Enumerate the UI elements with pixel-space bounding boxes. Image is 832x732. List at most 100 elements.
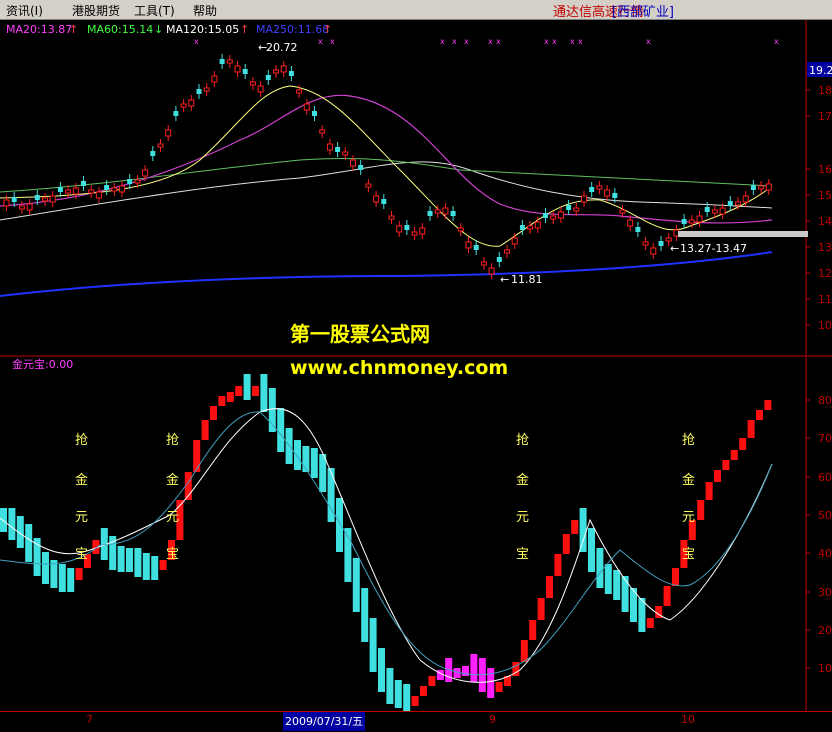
candle-body xyxy=(119,185,125,193)
candle-body xyxy=(427,211,433,216)
indicator-bar xyxy=(756,410,763,420)
candle-body xyxy=(665,237,672,242)
time-tick: 9 xyxy=(489,713,496,726)
ma250-line xyxy=(0,251,773,297)
signal-char: 抢 xyxy=(75,432,88,448)
candle-body xyxy=(18,205,25,210)
candle-body xyxy=(681,219,687,224)
candle-body xyxy=(604,189,611,197)
signal-char: 金 xyxy=(682,472,695,488)
indicator-bar xyxy=(562,534,570,554)
candle-body xyxy=(704,207,710,212)
indicator-bar xyxy=(722,460,730,470)
candle-body xyxy=(265,75,271,80)
indicator-bar xyxy=(428,676,436,686)
indicator-bar xyxy=(8,508,16,540)
signal-char: 宝 xyxy=(516,547,529,562)
candle-body xyxy=(211,75,218,83)
candle-body xyxy=(3,199,10,207)
candle-body xyxy=(72,187,79,195)
candle-body xyxy=(711,209,718,214)
indicator-bar xyxy=(646,618,654,628)
ind-y-tick: 20 xyxy=(818,624,832,637)
y-tick: 12 xyxy=(818,267,832,280)
indicator-bar xyxy=(604,564,612,594)
candle-body xyxy=(534,221,541,229)
indicator-bar xyxy=(546,576,553,598)
candle-body xyxy=(319,129,326,134)
signal-char: 金 xyxy=(75,472,88,488)
indicator-bar xyxy=(226,392,234,402)
ind-y-tick: 50 xyxy=(818,509,832,522)
menu-hk-futures[interactable]: 港股期货 xyxy=(72,2,120,19)
ma20-label: MA20:13.87 xyxy=(6,23,72,36)
candle-body xyxy=(296,89,303,94)
indicator-bar xyxy=(243,374,251,400)
stock-name: [西部矿业] xyxy=(611,5,674,20)
indicator-bar xyxy=(210,406,217,420)
indicator-bar xyxy=(117,546,125,572)
ma60-down-arrow: ↓ xyxy=(154,23,163,36)
indicator-title: 金元宝:0.00 xyxy=(12,357,73,371)
candle-body xyxy=(111,187,118,192)
candle-body xyxy=(373,195,380,203)
indicator-bar xyxy=(747,420,755,438)
indicator-bar xyxy=(588,528,595,572)
svg-text:x: x xyxy=(464,37,469,46)
signal-char: 金 xyxy=(516,472,529,488)
candle-body xyxy=(457,227,464,232)
svg-text:x: x xyxy=(330,37,335,46)
candle-body xyxy=(134,179,141,184)
candle-body xyxy=(419,227,426,235)
candle-body xyxy=(350,159,356,167)
candle-body xyxy=(504,249,510,254)
candle-body xyxy=(273,69,279,74)
indicator-bar xyxy=(42,552,49,584)
candle-body xyxy=(203,87,210,92)
candle-body xyxy=(358,165,364,170)
candle-body xyxy=(196,89,202,94)
indicator-bar xyxy=(487,668,495,698)
indicator-bar xyxy=(697,500,705,520)
ind-y-tick: 10 xyxy=(818,662,832,675)
indicator-bar xyxy=(294,440,301,470)
candle-body xyxy=(442,207,449,215)
menu-help[interactable]: 帮助 xyxy=(193,2,217,19)
candle-body xyxy=(249,81,256,86)
signal-char: 元 xyxy=(516,510,529,525)
range-band xyxy=(678,231,808,237)
candle-body xyxy=(342,151,349,156)
ma250-up-arrow: ↑ xyxy=(323,23,332,36)
svg-text:x: x xyxy=(194,37,199,46)
candle-body xyxy=(396,225,403,233)
indicator-bar xyxy=(714,470,721,482)
candle-body xyxy=(688,219,695,224)
indicator-bar xyxy=(394,680,402,708)
indicator-bar xyxy=(126,548,133,572)
candle-body xyxy=(627,219,634,227)
indicator-bar xyxy=(403,684,411,712)
candle-body xyxy=(519,225,525,230)
candle-body xyxy=(566,205,572,210)
low-price-arrow: ← xyxy=(500,273,509,286)
signal-char: 抢 xyxy=(166,432,179,448)
candle-body xyxy=(543,213,548,218)
menu-tools[interactable]: 工具(T) xyxy=(134,2,175,19)
candle-body xyxy=(165,129,172,137)
indicator-bar xyxy=(764,400,772,410)
candle-body xyxy=(335,147,341,152)
ma120-up-arrow: ↑ xyxy=(240,23,249,36)
y-tick-current: 19.2 xyxy=(809,64,832,77)
menu-news[interactable]: 资讯(I) xyxy=(6,2,43,19)
indicator-bar xyxy=(134,548,142,577)
candle-body xyxy=(450,211,456,216)
candle-body xyxy=(758,185,765,190)
high-price-label: 20.72 xyxy=(266,41,298,54)
candle-body xyxy=(750,185,756,190)
indicator-bar xyxy=(277,408,285,452)
indicator-bar xyxy=(520,640,528,662)
signal-char: 抢 xyxy=(516,432,529,448)
candle-body xyxy=(658,241,664,246)
candle-body xyxy=(719,207,726,215)
candle-body xyxy=(180,103,187,108)
